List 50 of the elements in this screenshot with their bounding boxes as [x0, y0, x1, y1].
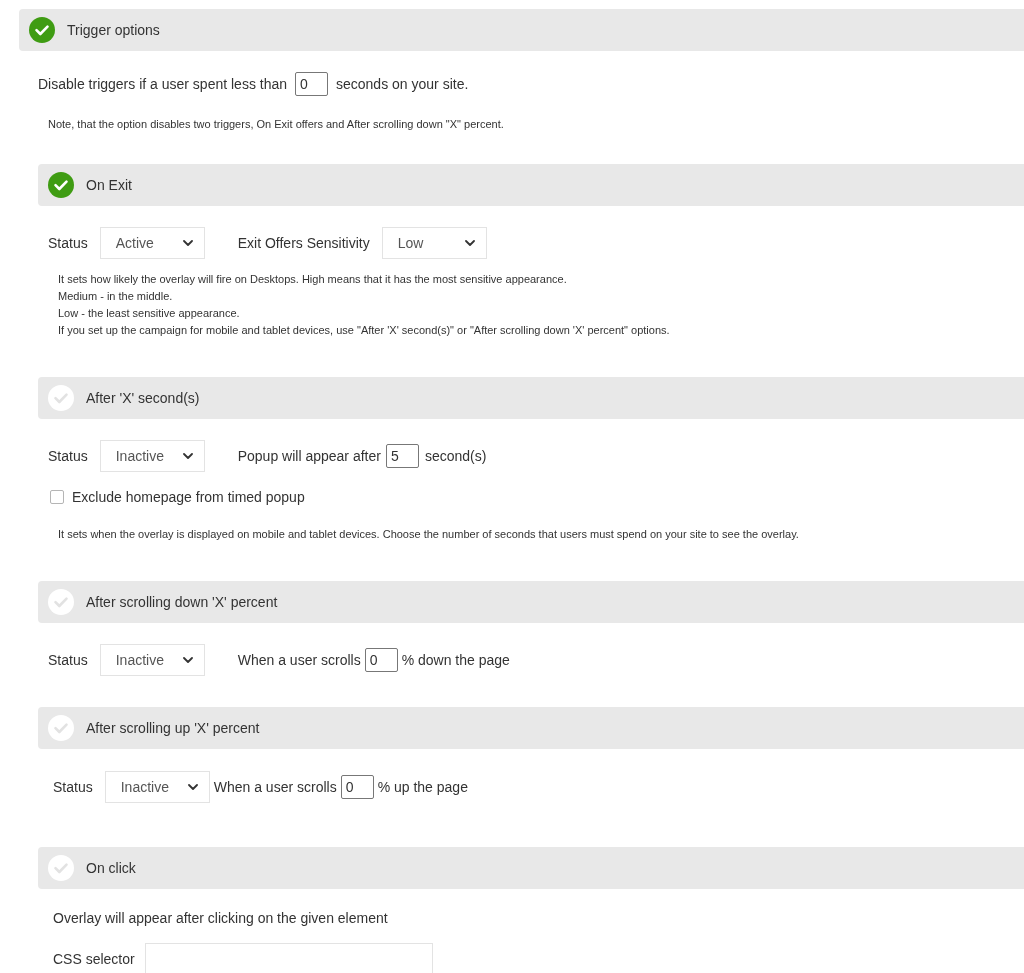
status-label: Status — [48, 446, 88, 466]
seconds-field[interactable]: 0 — [295, 72, 328, 96]
chevron-down-icon — [182, 453, 193, 459]
status-label: Status — [53, 777, 93, 797]
note-text: Note, that the option disables two triggers, On Exit offers and After scrolling down "X" percent. — [48, 118, 504, 130]
sensitivity-label: Exit Offers Sensitivity — [237, 235, 370, 251]
unit-label: seconds on your site. — [336, 76, 469, 92]
percent-field[interactable]: 0 — [340, 775, 374, 799]
section-header[interactable]: Trigger options — [19, 9, 1024, 51]
status-select[interactable]: Inactive — [104, 771, 210, 803]
chevron-down-icon — [182, 240, 193, 246]
help-text: Medium - in the middle. — [58, 289, 173, 304]
section-header[interactable]: After scrolling up 'X' percent — [38, 707, 1024, 749]
scroll-label: When a user scrolls — [213, 779, 337, 795]
section-header[interactable]: On Exit — [38, 164, 1024, 206]
scroll-label: When a user scrolls — [237, 652, 361, 668]
section-header[interactable]: After scrolling down 'X' percent — [38, 581, 1024, 623]
unit-label: % up the page — [377, 779, 468, 795]
status-label: Status — [48, 233, 88, 253]
help-text: It sets when the overlay is displayed on mobile and tablet devices. Choose the number of seconds that users must spend on your site to see the overlay. — [58, 527, 799, 542]
css-selector-field[interactable] — [144, 943, 433, 973]
section-header[interactable]: On click — [38, 847, 1024, 889]
unit-label: second(s) — [424, 448, 487, 464]
sensitivity-select[interactable]: Low — [381, 227, 487, 259]
status-select[interactable]: Active — [99, 227, 205, 259]
chevron-down-icon — [464, 240, 475, 246]
percent-field[interactable]: 0 — [364, 648, 398, 672]
help-text: If you set up the campaign for mobile and tablet devices, use "After 'X' second(s)" or "After scrolling down 'X' percent" options. — [58, 323, 670, 338]
seconds-field[interactable]: 5 — [385, 444, 419, 468]
section-header[interactable]: After 'X' second(s) — [38, 377, 1024, 419]
click-description: Overlay will appear after clicking on the given element — [53, 908, 388, 928]
unit-label: % down the page — [401, 652, 510, 668]
section-title: After scrolling up 'X' percent — [86, 718, 260, 738]
status-label: Status — [48, 650, 88, 670]
disable-label: Disable triggers if a user spent less than — [38, 74, 287, 94]
section-title: Trigger options — [67, 20, 160, 40]
checkbox-label[interactable]: Exclude homepage from timed popup — [72, 486, 305, 508]
css-selector-label: CSS selector — [53, 949, 135, 969]
status-select[interactable]: Inactive — [99, 440, 205, 472]
section-title: On click — [86, 858, 136, 878]
section-title: On Exit — [86, 175, 132, 195]
chevron-down-icon — [182, 657, 193, 663]
section-title: After scrolling down 'X' percent — [86, 592, 278, 612]
help-text: It sets how likely the overlay will fire on Desktops. High means that it has the most sensitive appearance. — [58, 272, 567, 287]
delay-label: Popup will appear after — [237, 448, 381, 464]
checkbox[interactable] — [50, 490, 64, 504]
chevron-down-icon — [187, 784, 198, 790]
status-select[interactable]: Inactive — [99, 644, 205, 676]
help-text: Low - the least sensitive appearance. — [58, 306, 240, 321]
section-title: After 'X' second(s) — [86, 388, 200, 408]
